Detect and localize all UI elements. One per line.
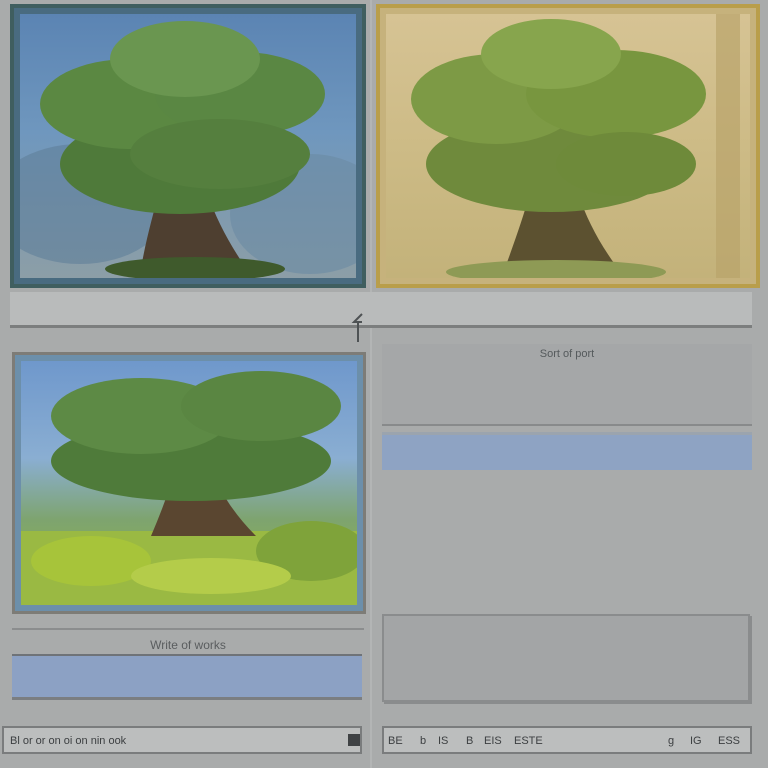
image-caption: Write of works xyxy=(12,628,364,654)
status-item-5[interactable]: EIS xyxy=(484,735,502,747)
preview-panel-header: Sort of port xyxy=(382,344,752,426)
split-arrow-icon[interactable] xyxy=(350,308,366,344)
status-item-4[interactable]: B xyxy=(466,735,473,747)
tree-illustration-sepia xyxy=(411,14,740,278)
image-frame-top-left[interactable] xyxy=(10,4,366,288)
status-bar-left: Bl or or on oi on nin ook xyxy=(2,726,362,754)
status-right-item-1[interactable]: g xyxy=(668,735,674,747)
status-left-text: Bl or or on oi on nin ook xyxy=(10,735,127,747)
tree-illustration-blue xyxy=(20,21,356,278)
square-icon[interactable] xyxy=(348,734,360,746)
image-caption-label: Write of works xyxy=(150,638,226,652)
tree-painting-sepia xyxy=(386,14,750,278)
status-item-3[interactable]: IS xyxy=(438,735,448,747)
details-panel xyxy=(382,614,750,702)
vertical-divider xyxy=(370,0,372,768)
preview-panel-title: Sort of port xyxy=(539,348,595,360)
status-item-1[interactable]: BE xyxy=(388,735,403,747)
splitter-bar[interactable] xyxy=(10,292,752,328)
tree-illustration-meadow xyxy=(21,371,357,605)
tree-painting-blue xyxy=(20,14,356,278)
preview-panel-band xyxy=(382,432,752,470)
status-right-item-2[interactable]: IG xyxy=(690,735,702,747)
caption-band xyxy=(12,654,362,700)
status-item-2[interactable]: b xyxy=(420,735,426,747)
image-frame-bottom-left[interactable] xyxy=(12,352,366,614)
status-item-6[interactable]: ESTE xyxy=(514,735,543,747)
image-frame-top-right[interactable] xyxy=(376,4,760,288)
tree-painting-meadow xyxy=(21,361,357,605)
status-right-item-3[interactable]: ESS xyxy=(718,735,740,747)
status-bar-right: BE b IS B EIS ESTE g IG ESS xyxy=(382,726,752,754)
